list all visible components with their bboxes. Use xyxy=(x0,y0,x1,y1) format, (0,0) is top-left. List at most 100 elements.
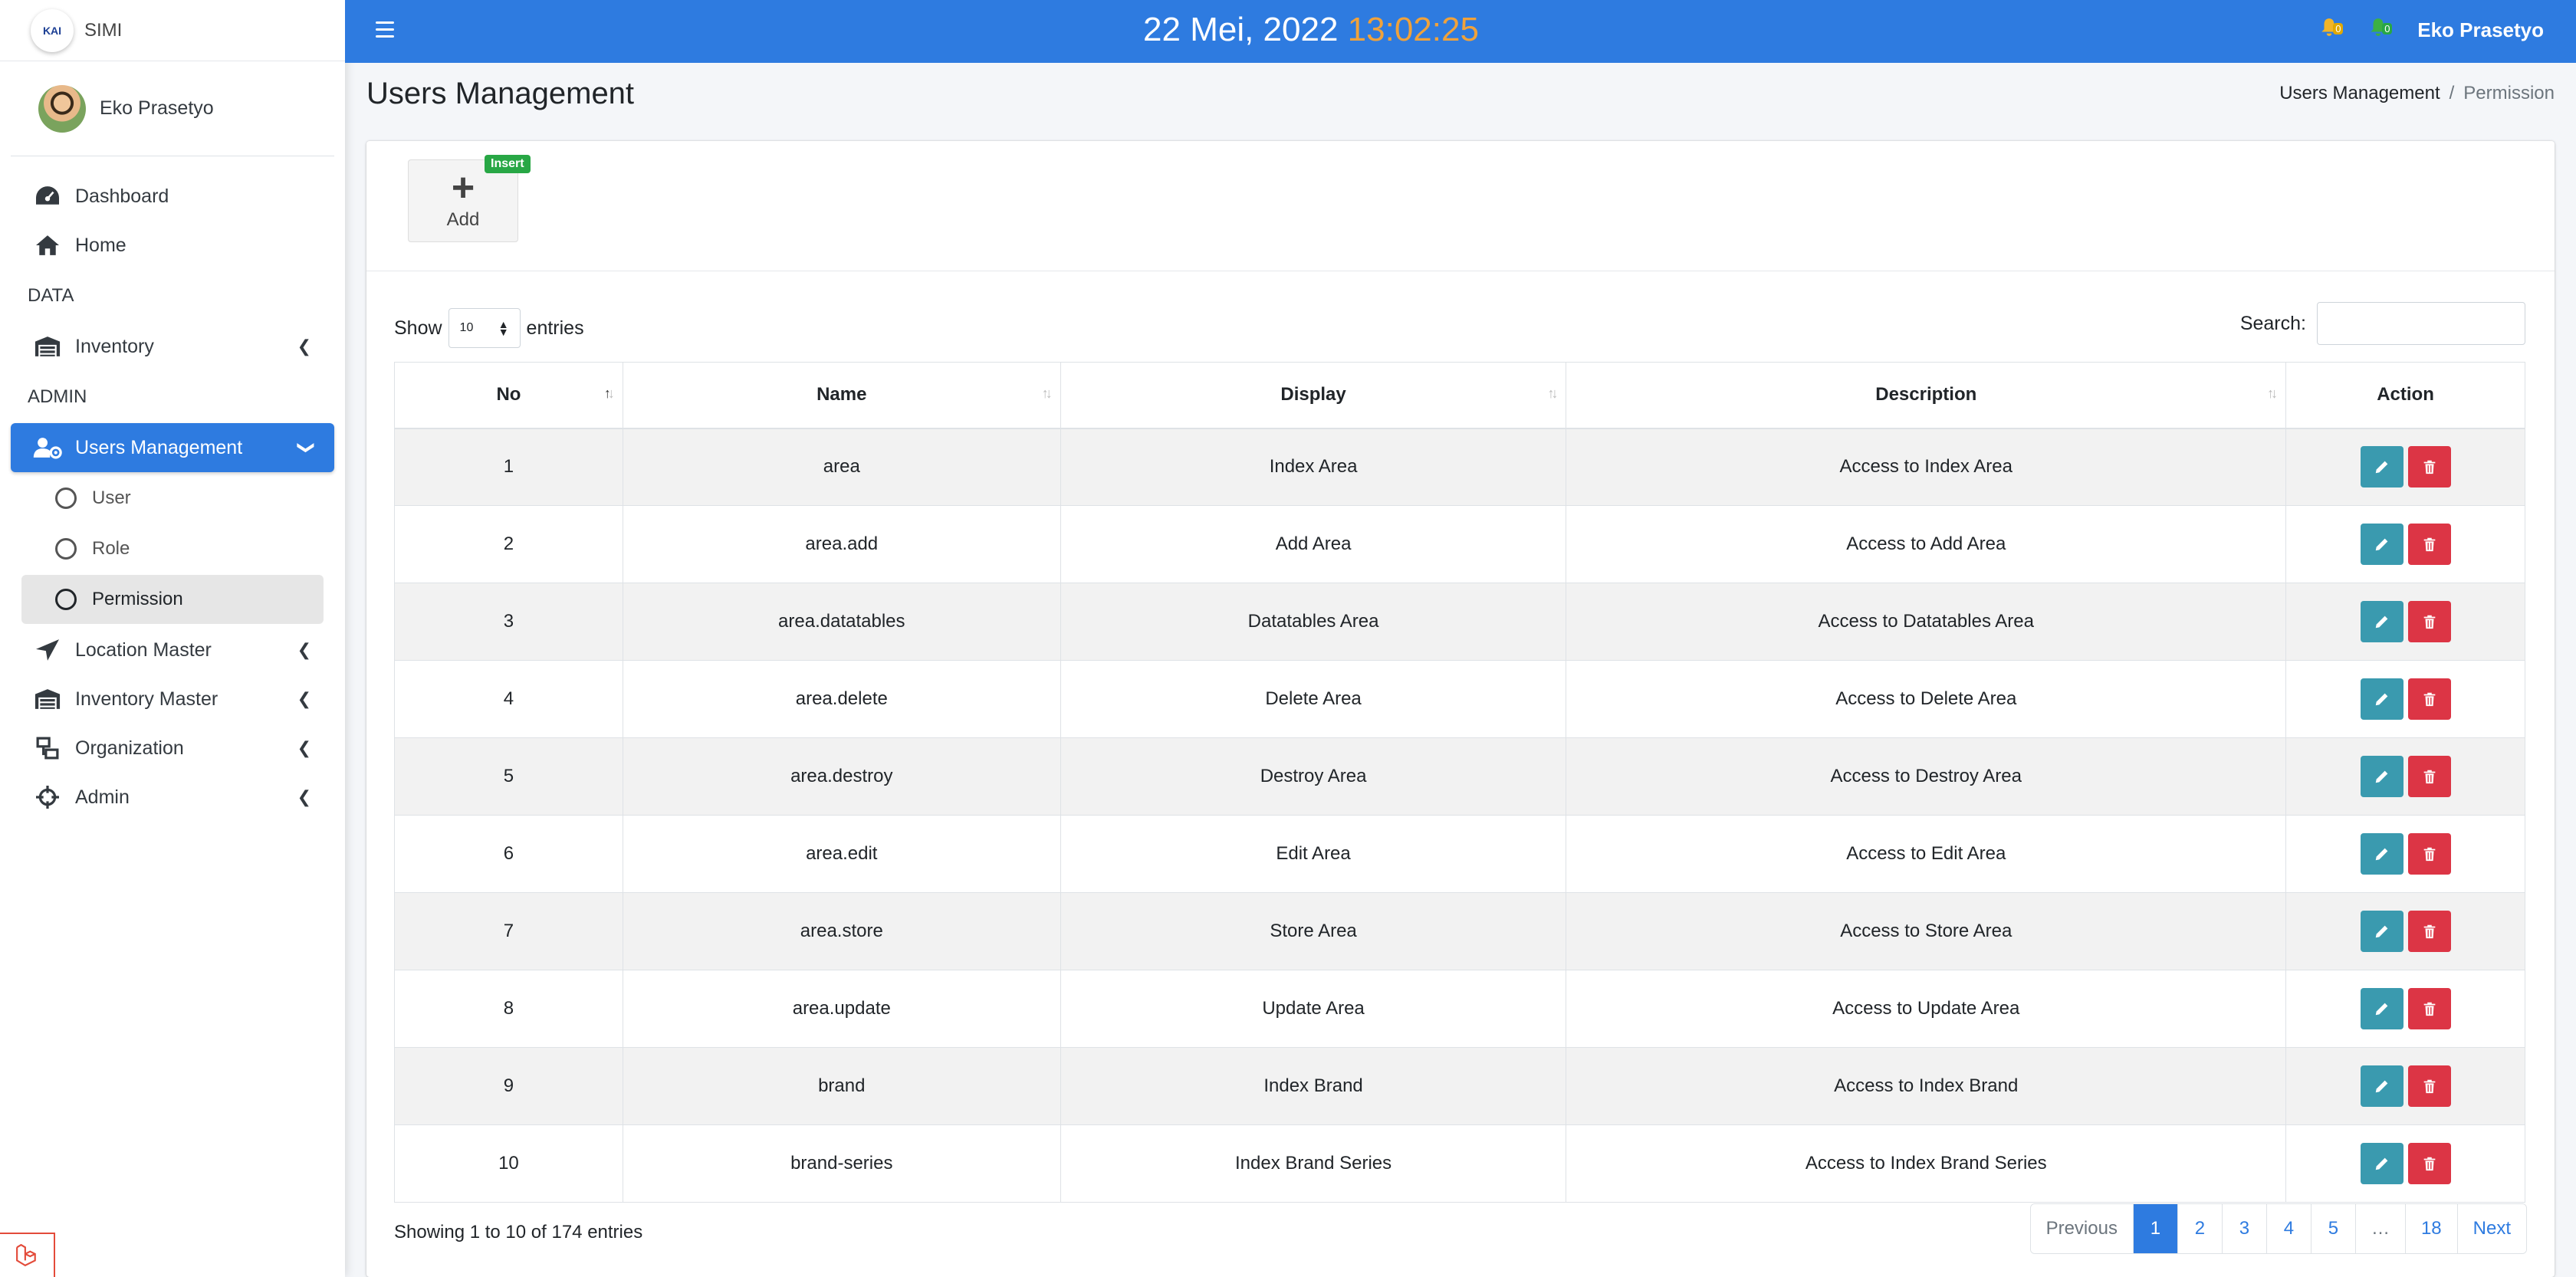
table-row: 9 brand Index Brand Access to Index Brand xyxy=(394,1047,2525,1125)
sidebar-item-home[interactable]: Home xyxy=(11,221,334,270)
notification-bell-green[interactable]: 0 xyxy=(2368,17,2394,43)
table-header-row: No ↑↓ Name ↑↓ Display ↑↓ Description ↑↓ Acti… xyxy=(394,362,2525,429)
next-page-button[interactable]: Next xyxy=(2456,1204,2526,1253)
edit-button[interactable] xyxy=(2360,1065,2404,1107)
page-5[interactable]: 5 xyxy=(2310,1204,2355,1253)
circle-icon xyxy=(55,589,77,610)
cell-name: area.add xyxy=(622,505,1061,583)
sidebar-item-label: Inventory Master xyxy=(75,688,219,710)
delete-button[interactable] xyxy=(2407,988,2451,1029)
delete-button[interactable] xyxy=(2407,1143,2451,1184)
home-icon xyxy=(32,233,63,258)
laravel-icon[interactable] xyxy=(0,1233,55,1277)
trash-icon xyxy=(2423,461,2435,474)
page-3[interactable]: 3 xyxy=(2221,1204,2266,1253)
edit-button[interactable] xyxy=(2360,678,2404,720)
edit-button[interactable] xyxy=(2360,446,2404,488)
users-cog-icon xyxy=(32,435,63,460)
entries-select[interactable]: 10 ▲ ▼ xyxy=(448,308,521,348)
delete-button[interactable] xyxy=(2407,524,2451,565)
trash-icon xyxy=(2423,1079,2435,1094)
cell-description: Access to Update Area xyxy=(1566,970,2287,1048)
user-panel[interactable]: Eko Prasetyo xyxy=(11,61,334,156)
edit-button[interactable] xyxy=(2360,988,2404,1029)
clock: 22 Mei, 2022 13:02:25 xyxy=(345,11,2277,49)
sidebar-item-admin[interactable]: Admin ❮ xyxy=(11,773,334,822)
cell-name: area.edit xyxy=(622,815,1061,893)
trash-icon xyxy=(2423,615,2435,629)
sidebar-item-inventory-master[interactable]: Inventory Master ❮ xyxy=(11,675,334,724)
plus-icon: + xyxy=(451,166,475,210)
card-toolbar: + Add Insert xyxy=(366,141,2555,271)
sidebar-subitem-permission[interactable]: Permission xyxy=(21,575,324,624)
edit-button[interactable] xyxy=(2360,911,2404,952)
notification-bell-yellow[interactable]: 0 xyxy=(2319,17,2345,43)
content-header: Users Management Users Management / Permis… xyxy=(366,74,2555,120)
sort-icon: ↑↓ xyxy=(1547,386,1558,401)
column-header-no[interactable]: No ↑↓ xyxy=(394,362,623,429)
cell-description: Access to Datatables Area xyxy=(1566,583,2287,661)
sidebar-item-organization[interactable]: Organization ❮ xyxy=(11,724,334,773)
sort-asc-icon: ↑↓ xyxy=(603,386,615,401)
chevron-left-icon: ❮ xyxy=(297,689,311,708)
cell-description: Access to Delete Area xyxy=(1566,660,2287,738)
sidebar-subitem-user[interactable]: User xyxy=(21,474,324,523)
sidebar-item-users-management[interactable]: Users Management ❮ xyxy=(11,423,334,472)
sidebar-user-name[interactable]: Eko Prasetyo xyxy=(100,97,214,120)
delete-button[interactable] xyxy=(2407,756,2451,797)
page-2[interactable]: 2 xyxy=(2177,1204,2222,1253)
column-header-name[interactable]: Name ↑↓ xyxy=(622,362,1061,429)
sidebar-item-dashboard[interactable]: Dashboard xyxy=(11,172,334,221)
warehouse-icon xyxy=(32,687,63,711)
breadcrumb-item-users-management[interactable]: Users Management xyxy=(2279,83,2440,103)
breadcrumb-item-permission: Permission xyxy=(2463,83,2555,103)
edit-button[interactable] xyxy=(2360,1143,2404,1184)
sidebar-item-inventory[interactable]: Inventory ❮ xyxy=(11,322,334,371)
table-info: Showing 1 to 10 of 174 entries xyxy=(394,1222,643,1243)
pencil-icon xyxy=(2375,770,2387,783)
cell-display: Index Brand Series xyxy=(1060,1124,1567,1203)
edit-button[interactable] xyxy=(2360,833,2404,875)
cell-no: 4 xyxy=(394,660,623,738)
page-ellipsis: … xyxy=(2354,1204,2405,1253)
edit-button[interactable] xyxy=(2360,756,2404,797)
clock-date: 22 Mei, 2022 xyxy=(1143,11,1339,48)
sidebar-item-label: Organization xyxy=(75,737,184,759)
sidebar-subitem-role[interactable]: Role xyxy=(21,524,324,573)
cell-display: Delete Area xyxy=(1060,660,1567,738)
navbar-user-name[interactable]: Eko Prasetyo xyxy=(2417,18,2544,42)
pencil-icon xyxy=(2375,461,2387,474)
sidebar: KAI SIMI Eko Prasetyo Dashboard Home DAT… xyxy=(0,0,345,1277)
cell-action xyxy=(2285,970,2525,1048)
cell-no: 2 xyxy=(394,505,623,583)
page-1[interactable]: 1 xyxy=(2132,1204,2177,1253)
cell-display: Destroy Area xyxy=(1060,737,1567,816)
cell-name: area.destroy xyxy=(622,737,1061,816)
delete-button[interactable] xyxy=(2407,833,2451,875)
column-header-display[interactable]: Display ↑↓ xyxy=(1060,362,1567,429)
search-input[interactable] xyxy=(2317,302,2525,345)
column-header-description[interactable]: Description ↑↓ xyxy=(1566,362,2287,429)
permission-card: + Add Insert Show 10 ▲ ▼ entries Search: … xyxy=(366,141,2555,1277)
brand-link[interactable]: KAI SIMI xyxy=(0,0,345,61)
delete-button[interactable] xyxy=(2407,911,2451,952)
delete-button[interactable] xyxy=(2407,678,2451,720)
cell-no: 1 xyxy=(394,428,623,506)
crosshairs-icon xyxy=(32,785,63,809)
breadcrumb-separator: / xyxy=(2449,83,2455,103)
trash-icon xyxy=(2423,770,2435,784)
sidebar-item-location-master[interactable]: Location Master ❮ xyxy=(11,625,334,675)
sort-icon: ↑↓ xyxy=(2267,386,2278,401)
pencil-icon xyxy=(2375,1003,2387,1016)
page-title: Users Management xyxy=(366,77,635,110)
edit-button[interactable] xyxy=(2360,601,2404,642)
edit-button[interactable] xyxy=(2360,524,2404,565)
previous-page-button[interactable]: Previous xyxy=(2030,1204,2133,1253)
datatable-controls: Show 10 ▲ ▼ entries Search: xyxy=(394,302,2525,348)
page-4[interactable]: 4 xyxy=(2266,1204,2311,1253)
page-18[interactable]: 18 xyxy=(2404,1204,2457,1253)
delete-button[interactable] xyxy=(2407,446,2451,488)
cell-no: 9 xyxy=(394,1047,623,1125)
delete-button[interactable] xyxy=(2407,1065,2451,1107)
delete-button[interactable] xyxy=(2407,601,2451,642)
